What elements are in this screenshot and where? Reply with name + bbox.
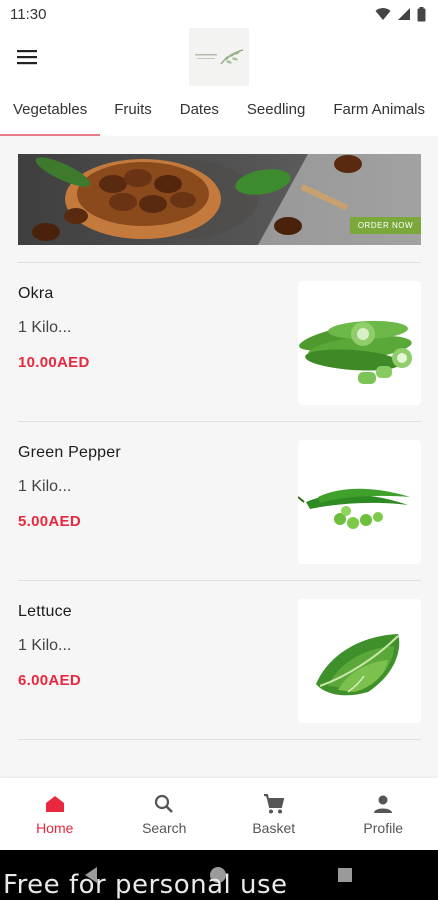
nav-basket[interactable]: Basket: [219, 778, 329, 850]
divider: [18, 421, 421, 422]
home-icon: [45, 796, 64, 812]
product-price: 6.00AED: [18, 672, 81, 689]
recents-icon[interactable]: [337, 867, 353, 883]
okra-image: [298, 281, 421, 405]
profile-icon: [374, 795, 393, 813]
product-price: 10.00AED: [18, 354, 90, 371]
menu-button[interactable]: [12, 42, 42, 72]
tab-farm-animals[interactable]: Farm Animals: [319, 88, 438, 136]
app-bar: [0, 28, 438, 88]
tab-seedling[interactable]: Seedling: [233, 88, 319, 136]
nav-profile-label: Profile: [363, 820, 404, 836]
watermark: Free for personal use: [3, 870, 288, 900]
product-name: Green Pepper: [18, 444, 121, 461]
product-name: Okra: [18, 285, 54, 302]
signal-icon: [398, 8, 410, 20]
nav-profile[interactable]: Profile: [329, 778, 438, 850]
nav-search-label: Search: [142, 820, 187, 836]
product-card[interactable]: Lettuce 1 Kilo... 6.00AED: [18, 599, 421, 723]
divider: [18, 580, 421, 581]
status-time: 11:30: [10, 5, 47, 23]
brand-logo: [189, 28, 249, 86]
lettuce-icon: [316, 634, 400, 696]
tab-vegetables[interactable]: Vegetables: [0, 88, 101, 136]
search-icon: [155, 794, 174, 813]
okra-icon: [299, 320, 412, 384]
system-navigation-bar: Free for personal use: [0, 850, 438, 900]
green-pepper-image: [298, 440, 421, 564]
divider: [18, 262, 421, 263]
lettuce-image: [298, 599, 421, 723]
hamburger-menu-icon: [17, 50, 37, 65]
tab-dates[interactable]: Dates: [166, 88, 233, 136]
bottom-navigation: Home Search Basket Profile: [0, 778, 438, 850]
divider: [18, 739, 421, 740]
product-quantity: 1 Kilo...: [18, 478, 72, 495]
category-tabs: Vegetables Fruits Dates Seedling Farm An…: [0, 88, 438, 136]
product-price: 5.00AED: [18, 513, 81, 530]
order-now-button[interactable]: ORDER NOW: [349, 217, 421, 234]
nav-home-label: Home: [36, 820, 74, 836]
nav-basket-label: Basket: [252, 820, 296, 836]
product-card[interactable]: Okra 1 Kilo... 10.00AED: [18, 281, 421, 405]
product-name: Lettuce: [18, 603, 72, 620]
nav-search[interactable]: Search: [110, 778, 220, 850]
product-quantity: 1 Kilo...: [18, 319, 72, 336]
product-card[interactable]: Green Pepper 1 Kilo... 5.00AED: [18, 440, 421, 564]
green-pepper-icon: [298, 488, 410, 529]
brand-logo-mark: [195, 49, 244, 65]
status-icons: [375, 6, 426, 22]
status-bar: 11:30: [0, 0, 438, 28]
battery-icon: [417, 6, 426, 21]
wifi-icon: [375, 8, 391, 20]
tab-fruits[interactable]: Fruits: [100, 88, 166, 136]
nav-home[interactable]: Home: [0, 778, 110, 850]
cart-icon: [263, 794, 285, 814]
promo-banner[interactable]: ORDER NOW: [18, 154, 421, 245]
product-quantity: 1 Kilo...: [18, 637, 72, 654]
